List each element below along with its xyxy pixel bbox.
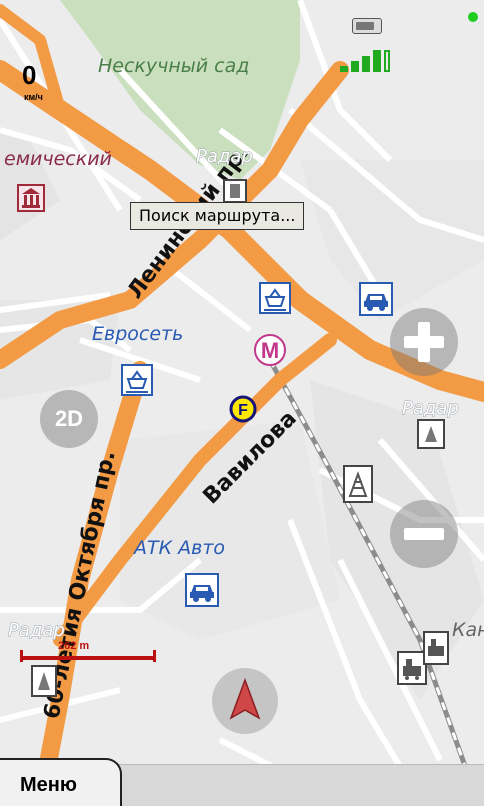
gps-signal-icon xyxy=(340,44,396,72)
view-mode-button[interactable]: 2D xyxy=(40,390,98,448)
speed-unit: км/ч xyxy=(24,92,43,102)
menu-label: Меню xyxy=(20,774,77,796)
poi-label-euroset: Евросеть xyxy=(92,323,183,345)
radar-label-right: Радар xyxy=(402,398,459,419)
fuel-station-icon[interactable]: F xyxy=(229,395,257,423)
menu-button[interactable]: Меню xyxy=(0,758,122,806)
battery-icon xyxy=(352,18,382,34)
metro-icon[interactable]: М xyxy=(254,334,286,366)
car-service-icon[interactable] xyxy=(185,573,219,607)
train-icon[interactable] xyxy=(423,631,449,665)
speed-camera-icon[interactable] xyxy=(417,419,445,449)
map-scale: 262 m xyxy=(20,640,160,670)
zoom-out-button[interactable] xyxy=(390,500,458,568)
speed-camera-icon[interactable] xyxy=(223,179,247,203)
scale-label: 262 m xyxy=(58,640,90,652)
block-area xyxy=(120,420,340,640)
radar-label-top: Радар xyxy=(196,146,253,167)
area-label: емический xyxy=(4,148,112,170)
museum-icon[interactable] xyxy=(17,184,45,212)
gps-status-dot xyxy=(468,12,478,22)
park-label: Нескучный сад xyxy=(98,55,249,77)
compass-icon xyxy=(229,677,261,720)
poi-label-kan: Кан xyxy=(452,619,484,641)
shop-icon[interactable] xyxy=(259,282,291,314)
poi-label-atk: АТК Авто xyxy=(132,537,225,559)
radar-label-left: Радар xyxy=(8,620,65,641)
shop-icon[interactable] xyxy=(121,364,153,396)
speed-camera-icon[interactable] xyxy=(31,665,57,697)
train-icon[interactable] xyxy=(397,651,427,685)
car-service-icon[interactable] xyxy=(359,282,393,316)
navigator-screen: Ленинский пр. Вавилова 60-летия Октября … xyxy=(0,0,484,806)
railway-crossing-icon[interactable] xyxy=(343,465,373,503)
svg-text:F: F xyxy=(238,402,248,419)
speed-readout: 0 xyxy=(22,60,37,90)
route-search-tooltip[interactable]: Поиск маршрута... xyxy=(130,202,305,230)
svg-text:М: М xyxy=(261,338,279,363)
zoom-in-button[interactable] xyxy=(390,308,458,376)
zoom-out-icon xyxy=(404,528,444,540)
compass-button[interactable] xyxy=(212,668,278,734)
